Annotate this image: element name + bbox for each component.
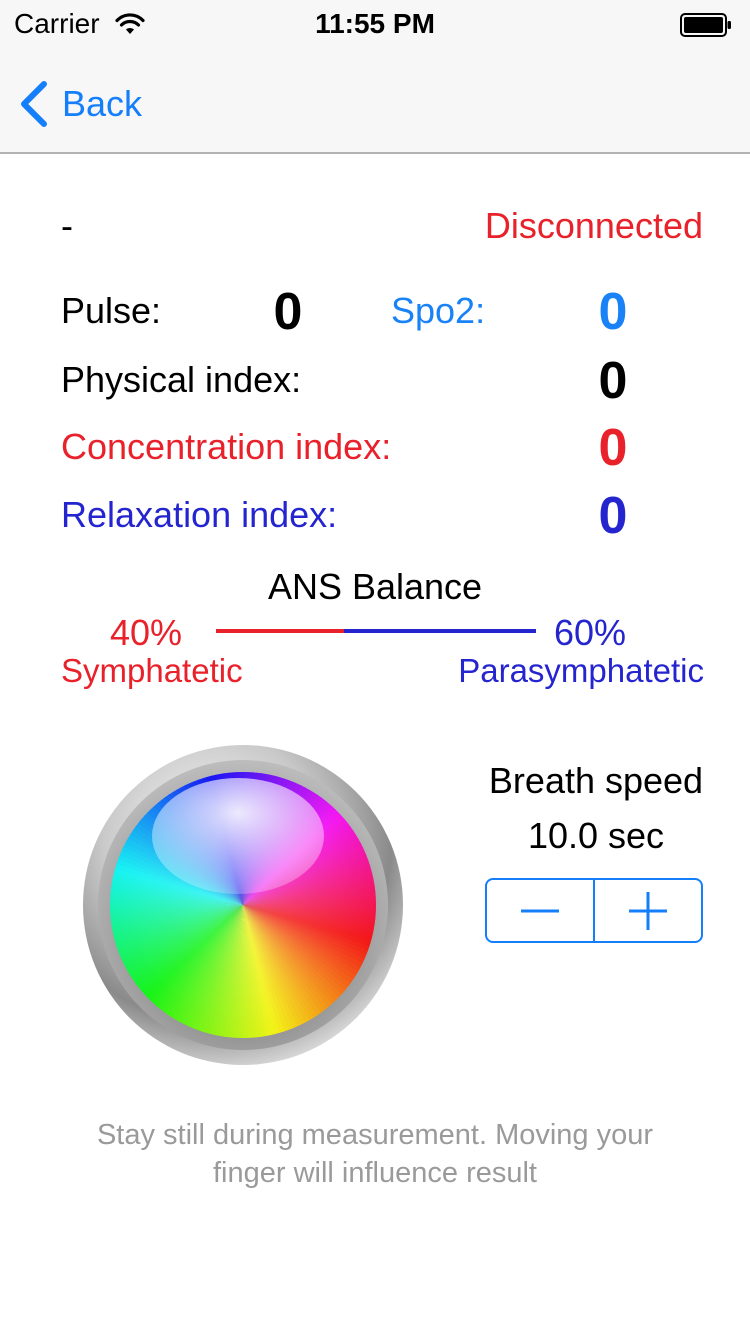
concentration-index-value: 0: [598, 419, 628, 477]
sympathetic-label: Symphatetic: [61, 652, 243, 689]
physical-index-label: Physical index:: [61, 359, 302, 400]
parasympathetic-percent: 60%: [554, 612, 627, 653]
spo2-label: Spo2:: [391, 290, 486, 331]
parasympathetic-balance-bar: [344, 629, 536, 633]
spo2-value: 0: [598, 283, 628, 341]
breath-speed-title: Breath speed: [488, 760, 704, 801]
relaxation-index-label: Relaxation index:: [61, 494, 338, 535]
chevron-left-icon: [21, 81, 47, 127]
increase-breath-speed-button[interactable]: [595, 880, 701, 941]
parasympathetic-label: Parasymphatetic: [458, 652, 704, 689]
physical-index-value: 0: [598, 352, 628, 410]
device-name: -: [61, 205, 73, 246]
breath-speed-stepper[interactable]: [485, 878, 703, 943]
breath-ball-button[interactable]: [82, 744, 404, 1066]
pulse-label: Pulse:: [61, 290, 162, 331]
decrease-breath-speed-button[interactable]: [487, 880, 595, 941]
battery-icon: [680, 13, 731, 37]
pulse-value: 0: [273, 283, 303, 341]
measurement-hint-line: Stay still during measurement. Moving yo…: [96, 1119, 654, 1151]
ans-balance-title: ANS Balance: [267, 566, 483, 607]
measurement-hint-line: finger will influence result: [213, 1157, 537, 1189]
breath-speed-value: 10.0 sec: [527, 815, 665, 856]
measurement-hint: Stay still during measurement. Moving yo…: [0, 1116, 750, 1192]
back-button[interactable]: Back: [16, 76, 142, 132]
sympathetic-percent: 40%: [110, 612, 183, 653]
connection-status: Disconnected: [484, 205, 703, 246]
plus-icon: [629, 891, 667, 930]
navigation-bar: Back: [0, 52, 750, 154]
relaxation-index-value: 0: [598, 487, 628, 545]
status-bar: Carrier 11:55 PM: [0, 0, 750, 52]
clock: 11:55 PM: [315, 8, 435, 39]
concentration-index-label: Concentration index:: [61, 426, 392, 467]
sympathetic-balance-bar: [216, 629, 344, 633]
minus-icon: [521, 909, 559, 912]
back-button-label: Back: [62, 83, 143, 124]
